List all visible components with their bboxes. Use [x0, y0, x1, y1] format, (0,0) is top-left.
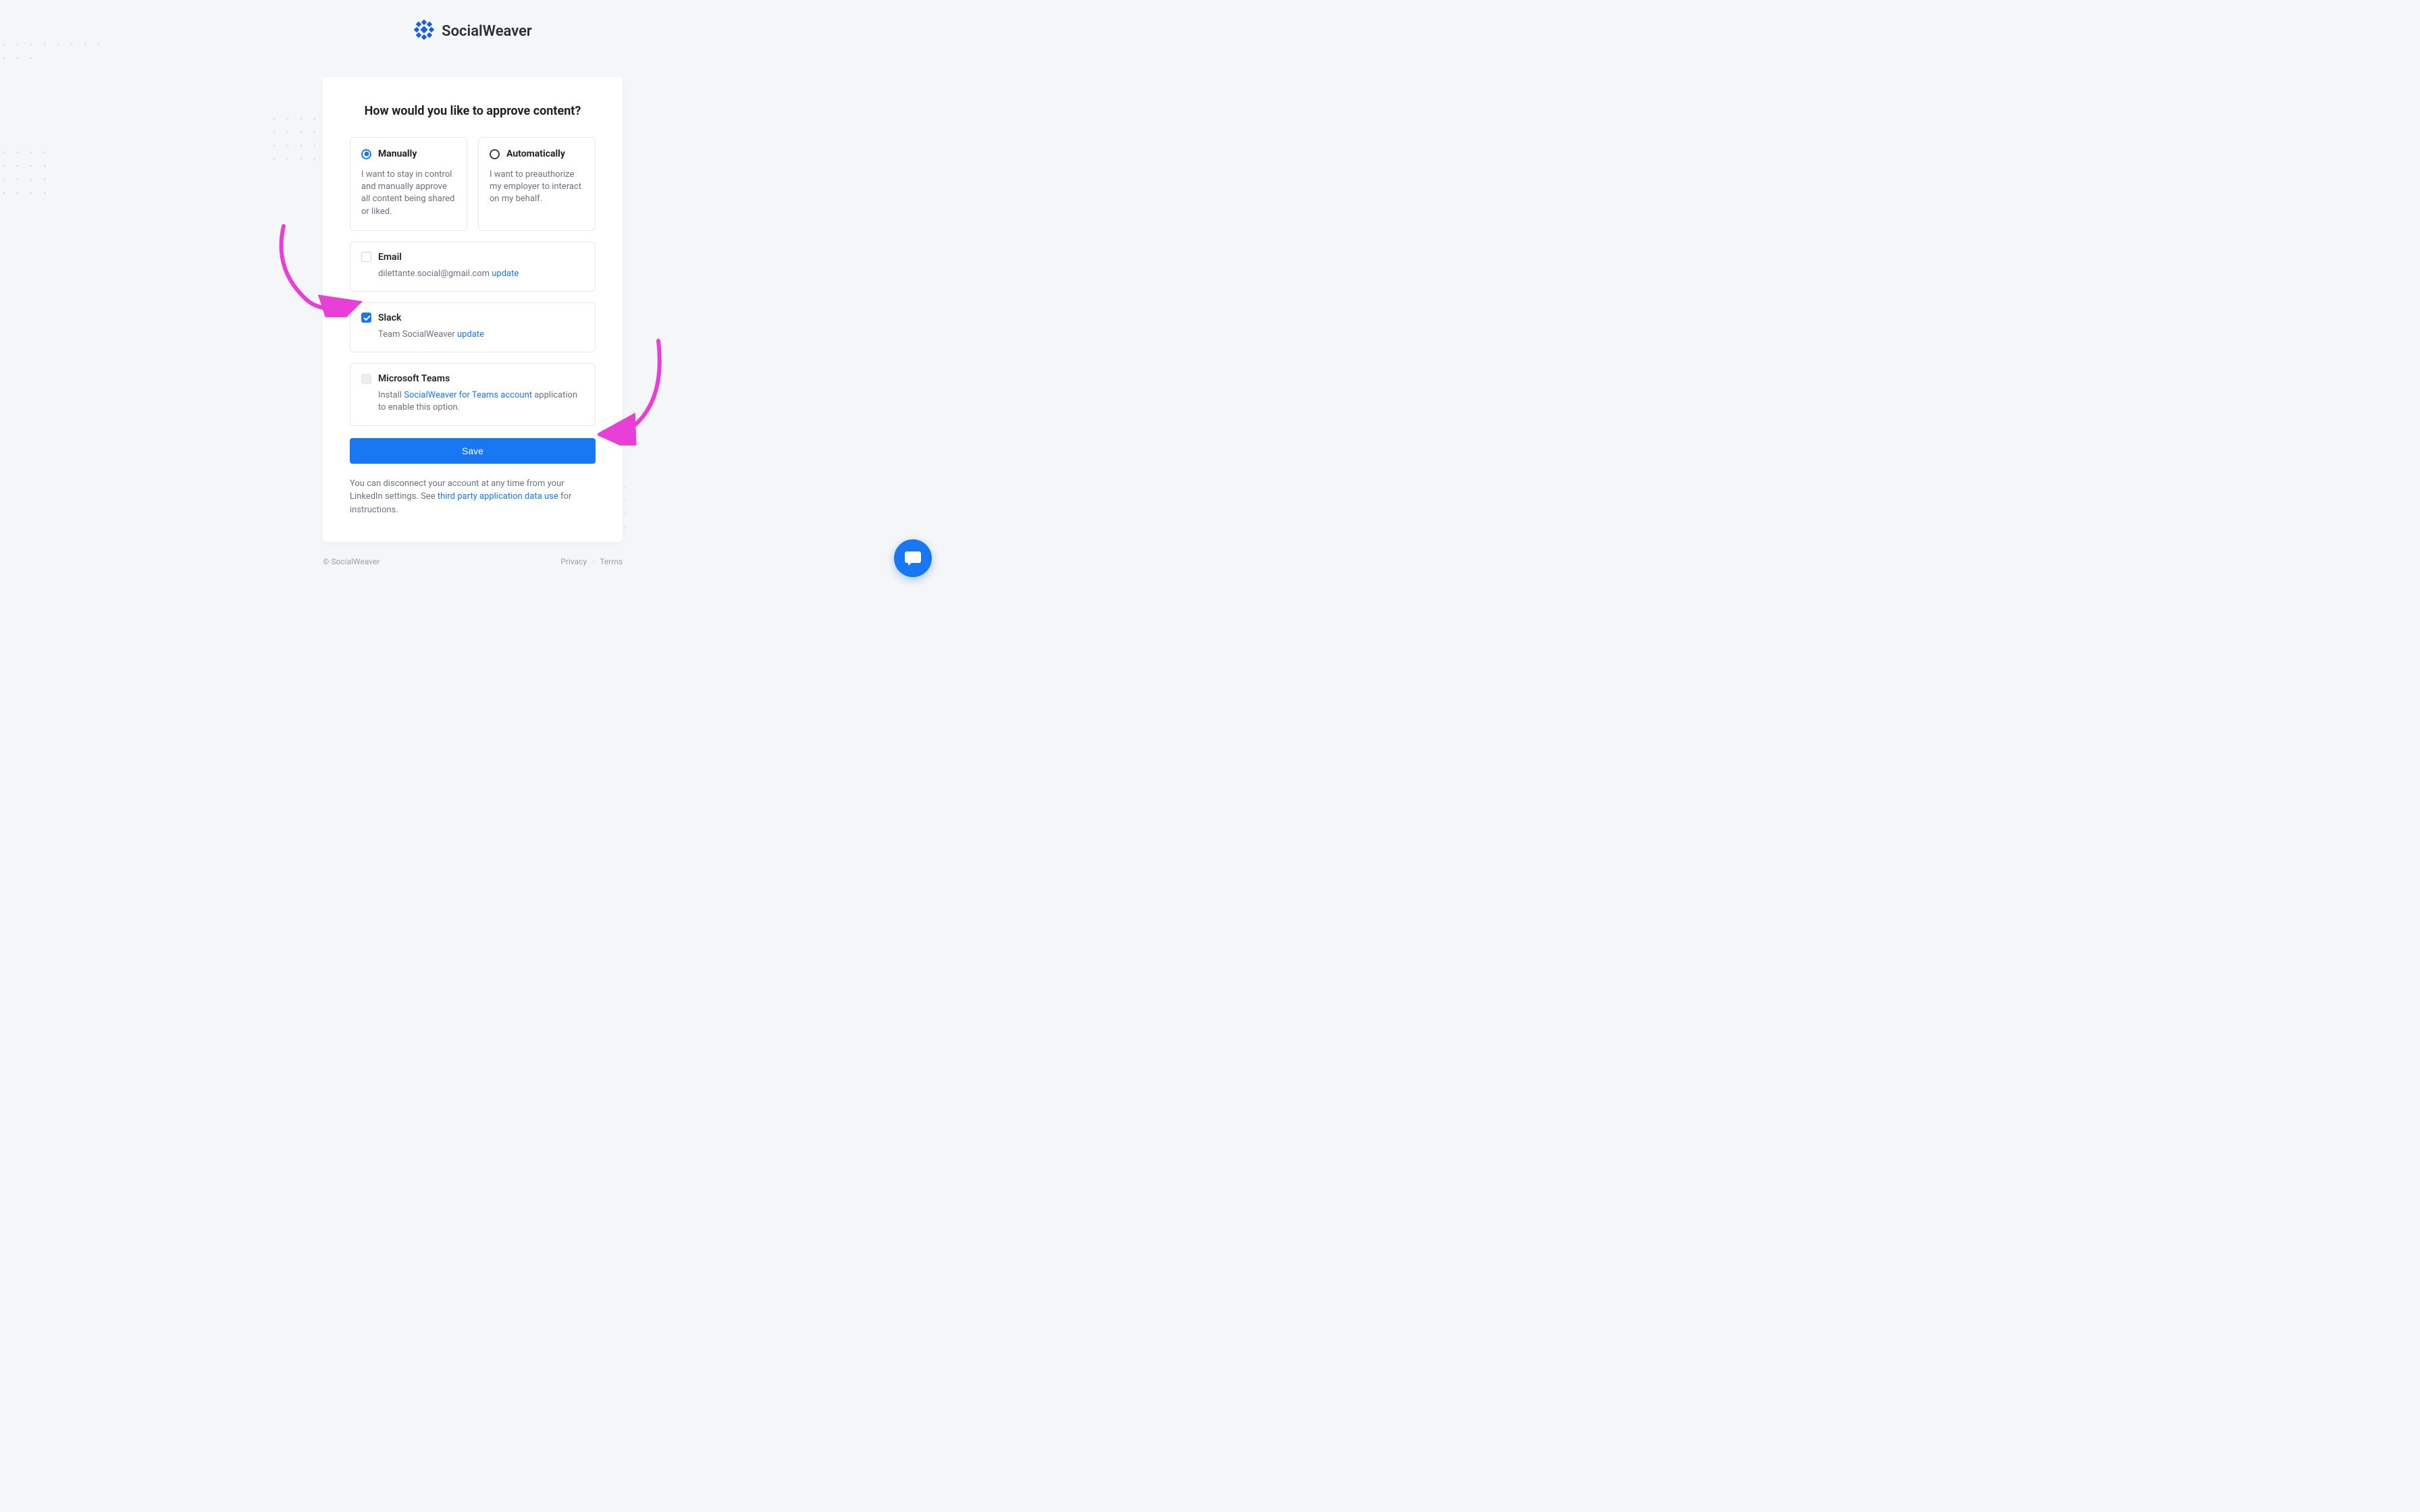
option-automatically-desc: I want to preauthorize my employer to in… — [490, 169, 584, 206]
save-button[interactable]: Save — [350, 438, 596, 464]
disconnect-footnote: You can disconnect your account at any t… — [350, 477, 596, 517]
channel-slack: Slack Team SocialWeaver update — [350, 302, 596, 352]
msteams-install-link[interactable]: SocialWeaver for Teams account — [404, 390, 532, 400]
option-manually[interactable]: Manually I want to stay in control and m… — [350, 137, 467, 231]
msteams-label: Microsoft Teams — [378, 373, 450, 384]
brand-logo-icon — [413, 19, 435, 43]
privacy-link[interactable]: Privacy — [560, 557, 587, 566]
footnote-link[interactable]: third party application data use — [438, 491, 558, 502]
radio-icon — [490, 149, 500, 159]
chat-icon — [903, 549, 922, 568]
approval-mode-options: Manually I want to stay in control and m… — [350, 137, 596, 231]
channel-msteams: Microsoft Teams Install SocialWeaver for… — [350, 363, 596, 425]
option-automatically[interactable]: Automatically I want to preauthorize my … — [478, 137, 596, 231]
app-header: SocialWeaver — [0, 0, 945, 43]
page-footer: © SocialWeaver Privacy · Terms — [323, 557, 623, 566]
slack-team-name: SocialWeaver — [402, 329, 455, 340]
slack-team-prefix: Team — [378, 329, 402, 340]
approval-settings-card: How would you like to approve content? M… — [323, 77, 623, 542]
slack-subtext: Team SocialWeaver update — [361, 329, 584, 341]
msteams-checkbox — [361, 374, 371, 384]
msteams-desc-prefix: Install — [378, 390, 404, 400]
footer-separator: · — [592, 557, 594, 566]
email-address: dilettante.social@gmail.com — [378, 269, 490, 279]
email-checkbox[interactable] — [361, 252, 371, 262]
email-label: Email — [378, 252, 402, 263]
msteams-subtext: Install SocialWeaver for Teams account a… — [361, 389, 584, 414]
email-subtext: dilettante.social@gmail.com update — [361, 268, 584, 280]
slack-update-link[interactable]: update — [457, 329, 484, 340]
slack-label: Slack — [378, 313, 401, 323]
copyright: © SocialWeaver — [323, 557, 379, 566]
channel-email: Email dilettante.social@gmail.com update — [350, 242, 596, 292]
intercom-chat-button[interactable] — [894, 539, 932, 577]
option-automatically-label: Automatically — [506, 148, 565, 159]
option-manually-desc: I want to stay in control and manually a… — [361, 169, 456, 218]
slack-checkbox[interactable] — [361, 313, 371, 323]
option-manually-label: Manually — [378, 148, 417, 159]
decorative-dots — [0, 40, 122, 216]
card-title: How would you like to approve content? — [350, 104, 596, 118]
terms-link[interactable]: Terms — [600, 557, 623, 566]
email-update-link[interactable]: update — [492, 269, 519, 279]
brand-name: SocialWeaver — [442, 23, 532, 40]
radio-icon — [361, 149, 371, 159]
